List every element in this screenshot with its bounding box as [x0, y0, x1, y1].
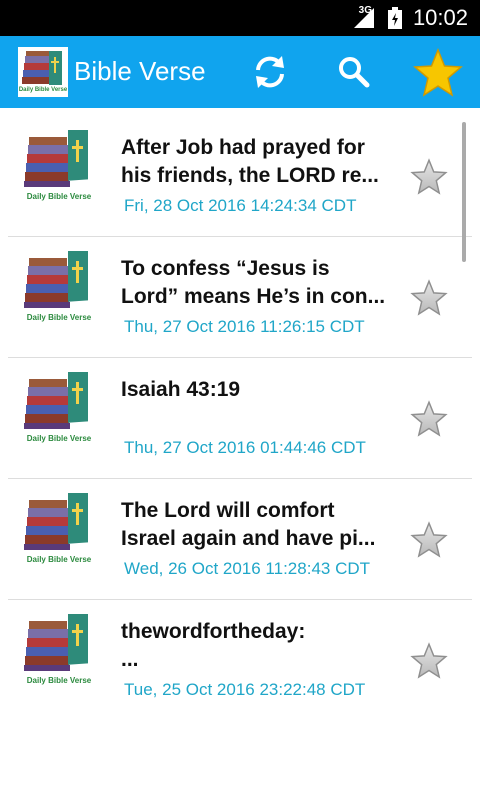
verse-date: Thu, 27 Oct 2016 11:26:15 CDT: [124, 317, 365, 336]
star-outline-icon: [410, 279, 448, 316]
favorite-toggle[interactable]: [410, 642, 448, 680]
battery-icon: [388, 7, 402, 29]
favorite-toggle[interactable]: [410, 400, 448, 438]
verse-item[interactable]: Daily Bible Verse To confess “Jesus is L…: [8, 237, 472, 358]
books-icon: [24, 611, 88, 671]
favorite-toggle[interactable]: [410, 279, 448, 317]
logo-caption: Daily Bible Verse: [18, 87, 68, 93]
signal-icon: [354, 8, 374, 28]
verse-title: thewordfortheday: ...: [121, 620, 306, 671]
books-icon: [24, 490, 88, 550]
verse-title: After Job had prayed for his friends, th…: [121, 136, 379, 187]
verse-list: Daily Bible Verse After Job had prayed f…: [8, 116, 472, 721]
thumbnail-caption: Daily Bible Verse: [26, 434, 92, 443]
favorite-toggle[interactable]: [410, 158, 448, 196]
app-logo: Daily Bible Verse: [18, 47, 68, 97]
search-icon: [339, 57, 370, 88]
thumbnail-caption: Daily Bible Verse: [26, 192, 92, 201]
star-outline-icon: [410, 400, 448, 437]
app-title: Bible Verse: [74, 56, 206, 86]
verse-date: Thu, 27 Oct 2016 01:44:46 CDT: [124, 438, 366, 457]
verse-date: Fri, 28 Oct 2016 14:24:34 CDT: [124, 196, 357, 215]
verse-title: The Lord will comfort Israel again and h…: [121, 499, 376, 550]
thumbnail-caption: Daily Bible Verse: [26, 313, 92, 322]
verse-thumbnail: Daily Bible Verse: [22, 611, 96, 688]
verse-date: Tue, 25 Oct 2016 23:22:48 CDT: [124, 680, 366, 699]
verse-title: Isaiah 43:19: [121, 378, 241, 401]
verse-title: To confess “Jesus is Lord” means He’s in…: [121, 257, 386, 308]
clock: 10:02: [412, 5, 468, 30]
search-button[interactable]: [332, 50, 376, 94]
refresh-icon: [256, 56, 284, 88]
favorites-star-icon: [413, 48, 463, 97]
verse-item[interactable]: Daily Bible Verse Isaiah 43:19 Thu, 27 O…: [8, 358, 472, 479]
books-icon: [24, 127, 88, 187]
star-outline-icon: [410, 158, 448, 195]
scrollbar[interactable]: [462, 122, 466, 262]
thumbnail-caption: Daily Bible Verse: [26, 676, 92, 685]
verse-thumbnail: Daily Bible Verse: [22, 127, 96, 204]
verse-thumbnail: Daily Bible Verse: [22, 369, 96, 446]
star-outline-icon: [410, 642, 448, 679]
books-icon: [24, 248, 88, 308]
thumbnail-caption: Daily Bible Verse: [26, 555, 92, 564]
status-bar: 3G 10:02: [0, 0, 480, 36]
verse-date: Wed, 26 Oct 2016 11:28:43 CDT: [124, 559, 371, 578]
app-bar: Daily Bible Verse Bible Verse: [0, 36, 480, 108]
favorite-toggle[interactable]: [410, 521, 448, 559]
verse-item[interactable]: Daily Bible Verse thewordfortheday: ... …: [8, 600, 472, 721]
books-icon: [24, 369, 88, 429]
verse-item[interactable]: Daily Bible Verse After Job had prayed f…: [8, 116, 472, 237]
refresh-button[interactable]: [248, 50, 292, 94]
verse-thumbnail: Daily Bible Verse: [22, 248, 96, 325]
verse-thumbnail: Daily Bible Verse: [22, 490, 96, 567]
verse-item[interactable]: Daily Bible Verse The Lord will comfort …: [8, 479, 472, 600]
star-outline-icon: [410, 521, 448, 558]
favorites-button[interactable]: [412, 47, 464, 99]
